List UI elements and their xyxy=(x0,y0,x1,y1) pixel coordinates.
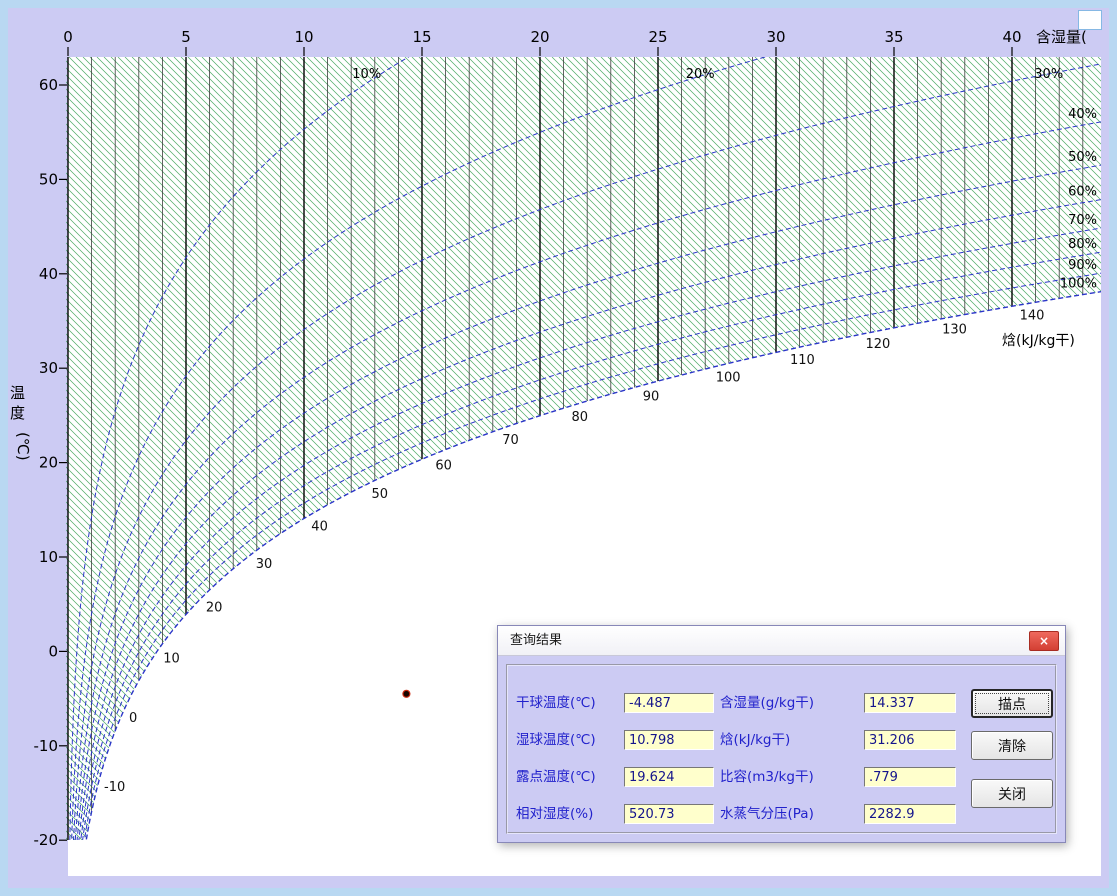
dialog-close-button[interactable]: × xyxy=(1029,631,1059,651)
label-wet-bulb-temp: 湿球温度(℃) xyxy=(516,731,596,749)
field-wet-bulb-temp[interactable]: 10.798 xyxy=(624,730,714,750)
dialog-titlebar[interactable]: 查询结果 × xyxy=(498,626,1065,656)
field-vapor-pressure[interactable]: 2282.9 xyxy=(864,804,956,824)
close-icon: × xyxy=(1039,634,1049,648)
label-relative-humidity: 相对湿度(%) xyxy=(516,805,593,823)
label-dry-bulb-temp: 干球温度(℃) xyxy=(516,694,596,712)
label-dew-point-temp: 露点温度(℃) xyxy=(516,768,596,786)
query-result-dialog: 查询结果 × 干球温度(℃) -4.487 湿球温度(℃) 10.798 露点温… xyxy=(497,625,1066,843)
field-specific-volume[interactable]: .779 xyxy=(864,767,956,787)
clear-button[interactable]: 清除 xyxy=(971,731,1053,760)
label-enthalpy: 焓(kJ/kg干) xyxy=(720,731,790,749)
field-moisture-content[interactable]: 14.337 xyxy=(864,693,956,713)
dialog-title: 查询结果 xyxy=(510,626,562,656)
field-dry-bulb-temp[interactable]: -4.487 xyxy=(624,693,714,713)
window-corner-control xyxy=(1078,10,1102,30)
dialog-panel: 干球温度(℃) -4.487 湿球温度(℃) 10.798 露点温度(℃) 19… xyxy=(506,664,1057,834)
label-moisture-content: 含湿量(g/kg干) xyxy=(720,694,814,712)
label-specific-volume: 比容(m3/kg干) xyxy=(720,768,814,786)
label-vapor-pressure: 水蒸气分压(Pa) xyxy=(720,805,814,823)
field-enthalpy[interactable]: 31.206 xyxy=(864,730,956,750)
field-relative-humidity[interactable]: 520.73 xyxy=(624,804,714,824)
field-dew-point-temp[interactable]: 19.624 xyxy=(624,767,714,787)
close-dialog-button[interactable]: 关闭 xyxy=(971,779,1053,808)
plot-point-button[interactable]: 描点 xyxy=(971,689,1053,718)
